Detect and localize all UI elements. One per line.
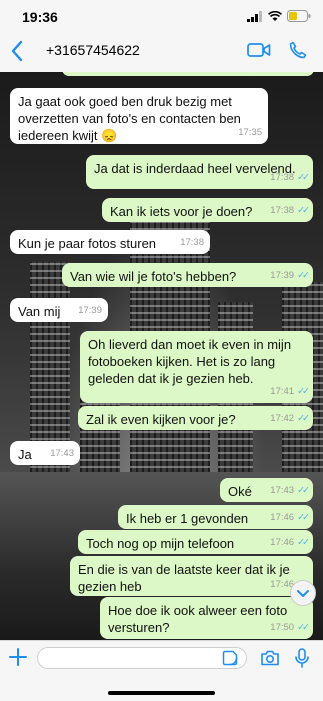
scroll-down-button[interactable] — [290, 580, 316, 606]
message-bubble-partial — [62, 72, 314, 76]
message-bubble[interactable]: Ja dat is inderdaad heel vervelend. 17:3… — [86, 155, 313, 189]
message-time: 17:38 — [180, 237, 204, 248]
message-time: 17:46✓✓ — [270, 512, 310, 523]
status-icons — [247, 10, 311, 22]
message-bubble[interactable]: Ik heb er 1 gevonden 17:46 ✓✓ — [118, 505, 313, 529]
message-time: 17:41 ✓✓ — [270, 386, 310, 397]
microphone-icon[interactable] — [294, 648, 310, 668]
chat-header: +31657454622 — [0, 30, 323, 73]
message-text: Kun je paar fotos sturen — [18, 236, 157, 251]
message-time: 17:35 — [238, 127, 262, 138]
message-time: 17:38 ✓✓ — [270, 205, 310, 216]
status-time: 19:36 — [22, 9, 58, 25]
message-text: Zal ik even kijken voor je? — [86, 412, 236, 427]
message-time: 17:50 ✓✓ — [270, 622, 310, 633]
message-text: Kan ik iets voor je doen? — [110, 204, 253, 219]
message-input[interactable] — [37, 647, 247, 669]
read-tick-icon: ✓✓ — [297, 386, 310, 397]
message-text: Oké — [228, 484, 252, 499]
message-text: Toch nog op mijn telefoon — [86, 536, 235, 551]
message-time: 17:46✓✓ — [270, 537, 310, 548]
message-bubble[interactable]: Kan ik iets voor je doen? 17:38 ✓✓ — [102, 198, 313, 222]
video-call-icon[interactable] — [247, 42, 271, 58]
message-text: Van wie wil je foto's hebben? — [70, 269, 237, 284]
contact-name[interactable]: +31657454622 — [46, 42, 140, 58]
message-time: 17:43 ✓✓ — [270, 485, 310, 496]
message-time: 17:39 ✓✓ — [270, 270, 310, 281]
message-input-bar — [0, 640, 323, 701]
message-bubble[interactable]: Van mij 17:39 — [10, 298, 108, 322]
message-bubble[interactable]: Ja gaat ook goed ben druk bezig met over… — [10, 88, 268, 144]
signal-icon — [247, 10, 262, 22]
message-text: Van mij — [18, 304, 61, 319]
message-text: Ja — [18, 447, 32, 462]
message-time: 17:38 ✓✓ — [270, 172, 310, 183]
message-time: 17:39 — [78, 305, 102, 316]
read-tick-icon: ✓✓ — [297, 205, 310, 216]
read-tick-icon: ✓✓ — [297, 622, 310, 633]
message-text: Ja gaat ook goed ben druk bezig met over… — [18, 94, 241, 143]
battery-icon — [287, 10, 311, 22]
message-text: Ik heb er 1 gevonden — [126, 511, 249, 526]
message-time: 17:43 — [50, 448, 74, 459]
message-bubble[interactable]: Oh lieverd dan moet ik even in mijn foto… — [80, 331, 313, 403]
wifi-icon — [268, 10, 282, 21]
message-text: En die is van de laatste keer dat ik je … — [78, 562, 290, 594]
read-tick-icon: ✓✓ — [297, 270, 310, 281]
read-tick-icon: ✓✓ — [297, 537, 310, 548]
message-time: 17:42 ✓✓ — [270, 413, 310, 424]
message-text: Hoe doe ik ook alweer een foto versturen… — [108, 603, 288, 635]
plus-icon[interactable] — [8, 647, 28, 667]
home-indicator — [108, 691, 215, 695]
message-bubble[interactable]: Kun je paar fotos sturen 17:38 — [10, 230, 210, 254]
scroll-down-icon — [297, 590, 309, 597]
read-tick-icon: ✓✓ — [297, 172, 310, 183]
camera-icon[interactable] — [260, 650, 280, 666]
message-bubble[interactable]: Oké 17:43 ✓✓ — [220, 478, 313, 502]
message-bubble[interactable]: En die is van de laatste keer dat ik je … — [70, 556, 313, 596]
message-text: Ja dat is inderdaad heel vervelend. — [94, 161, 296, 176]
read-tick-icon: ✓✓ — [297, 512, 310, 523]
status-bar: 19:36 — [0, 0, 323, 30]
message-bubble[interactable]: Zal ik even kijken voor je? 17:42 ✓✓ — [78, 406, 313, 430]
back-chevron-icon[interactable] — [8, 39, 28, 63]
read-tick-icon: ✓✓ — [297, 485, 310, 496]
read-tick-icon: ✓✓ — [297, 413, 310, 424]
message-bubble[interactable]: Ja 17:43 — [10, 441, 80, 465]
message-bubble[interactable]: Toch nog op mijn telefoon 17:46 ✓✓ — [78, 530, 313, 554]
sticker-icon[interactable] — [222, 650, 238, 666]
message-bubble[interactable]: Hoe doe ik ook alweer een foto versturen… — [100, 597, 313, 639]
message-text: Oh lieverd dan moet ik even in mijn foto… — [88, 337, 292, 386]
phone-icon[interactable] — [289, 41, 307, 59]
message-bubble[interactable]: Van wie wil je foto's hebben? 17:39 ✓✓ — [62, 263, 313, 287]
chat-area[interactable]: Ja gaat ook goed ben druk bezig met over… — [0, 72, 323, 640]
